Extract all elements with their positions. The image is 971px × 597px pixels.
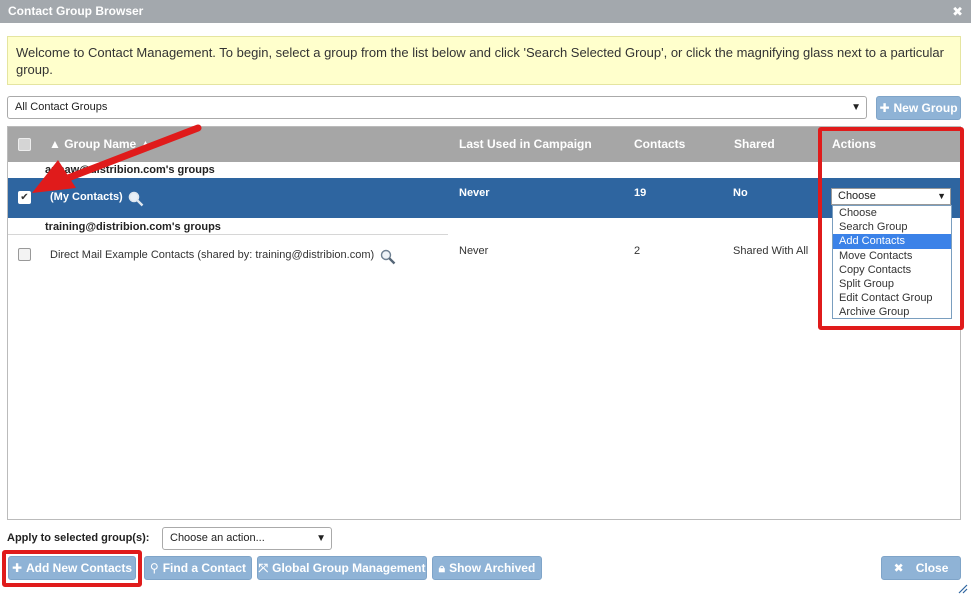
close-button[interactable]: ✖ Close [881,556,961,580]
search-group-icon[interactable] [380,249,396,265]
search-icon: ⚲ [149,561,159,575]
column-header-shared[interactable]: Shared [734,127,775,162]
expand-icon: ⤧ [258,560,269,575]
close-label: Close [915,561,949,575]
contacts-count: 2 [634,245,641,257]
group-filter-value: All Contact Groups [15,101,108,113]
plus-icon: ✚ [879,101,890,115]
find-contact-button[interactable]: ⚲ Find a Contact [144,556,252,580]
apply-action-select[interactable]: Choose an action... ▼ [162,527,332,550]
show-archived-label: Show Archived [449,561,536,575]
new-group-button[interactable]: ✚ New Group [876,96,961,120]
global-group-management-button[interactable]: ⤧ Global Group Management [257,556,427,580]
welcome-message: Welcome to Contact Management. To begin,… [7,36,961,85]
row-checkbox[interactable] [18,248,31,261]
contacts-count: 19 [634,187,647,199]
shared-value: No [733,187,748,199]
chevron-down-icon: ▼ [851,102,861,113]
shared-value: Shared With All [733,245,809,257]
close-icon: ✖ [893,561,904,575]
column-header-last-used[interactable]: Last Used in Campaign [459,127,592,162]
apply-action-value: Choose an action... [170,532,265,544]
column-header-contacts[interactable]: Contacts [634,127,685,162]
new-group-label: New Group [893,101,958,115]
resize-handle-icon[interactable] [958,584,968,594]
last-used-value: Never [459,187,490,199]
window-titlebar: Contact Group Browser ✖ [0,0,971,23]
last-used-value: Never [459,245,489,257]
window-close-icon[interactable]: ✖ [952,0,963,23]
chevron-down-icon: ▼ [316,533,326,544]
find-contact-label: Find a Contact [162,561,247,575]
global-group-management-label: Global Group Management [272,561,426,575]
apply-label: Apply to selected group(s): [7,532,150,544]
group-filter-select[interactable]: All Contact Groups ▼ [7,96,867,119]
annotation-highlight-box [2,550,142,587]
annotation-arrow-icon [32,124,202,193]
annotation-highlight-box [818,127,964,330]
show-archived-button[interactable]: 🔒︎ Show Archived [432,556,542,580]
window-title: Contact Group Browser [8,4,144,18]
lock-icon: 🔒︎ [438,560,446,575]
group-name[interactable]: Direct Mail Example Contacts (shared by:… [50,249,374,261]
section-heading: training@distribion.com's groups [45,221,221,233]
